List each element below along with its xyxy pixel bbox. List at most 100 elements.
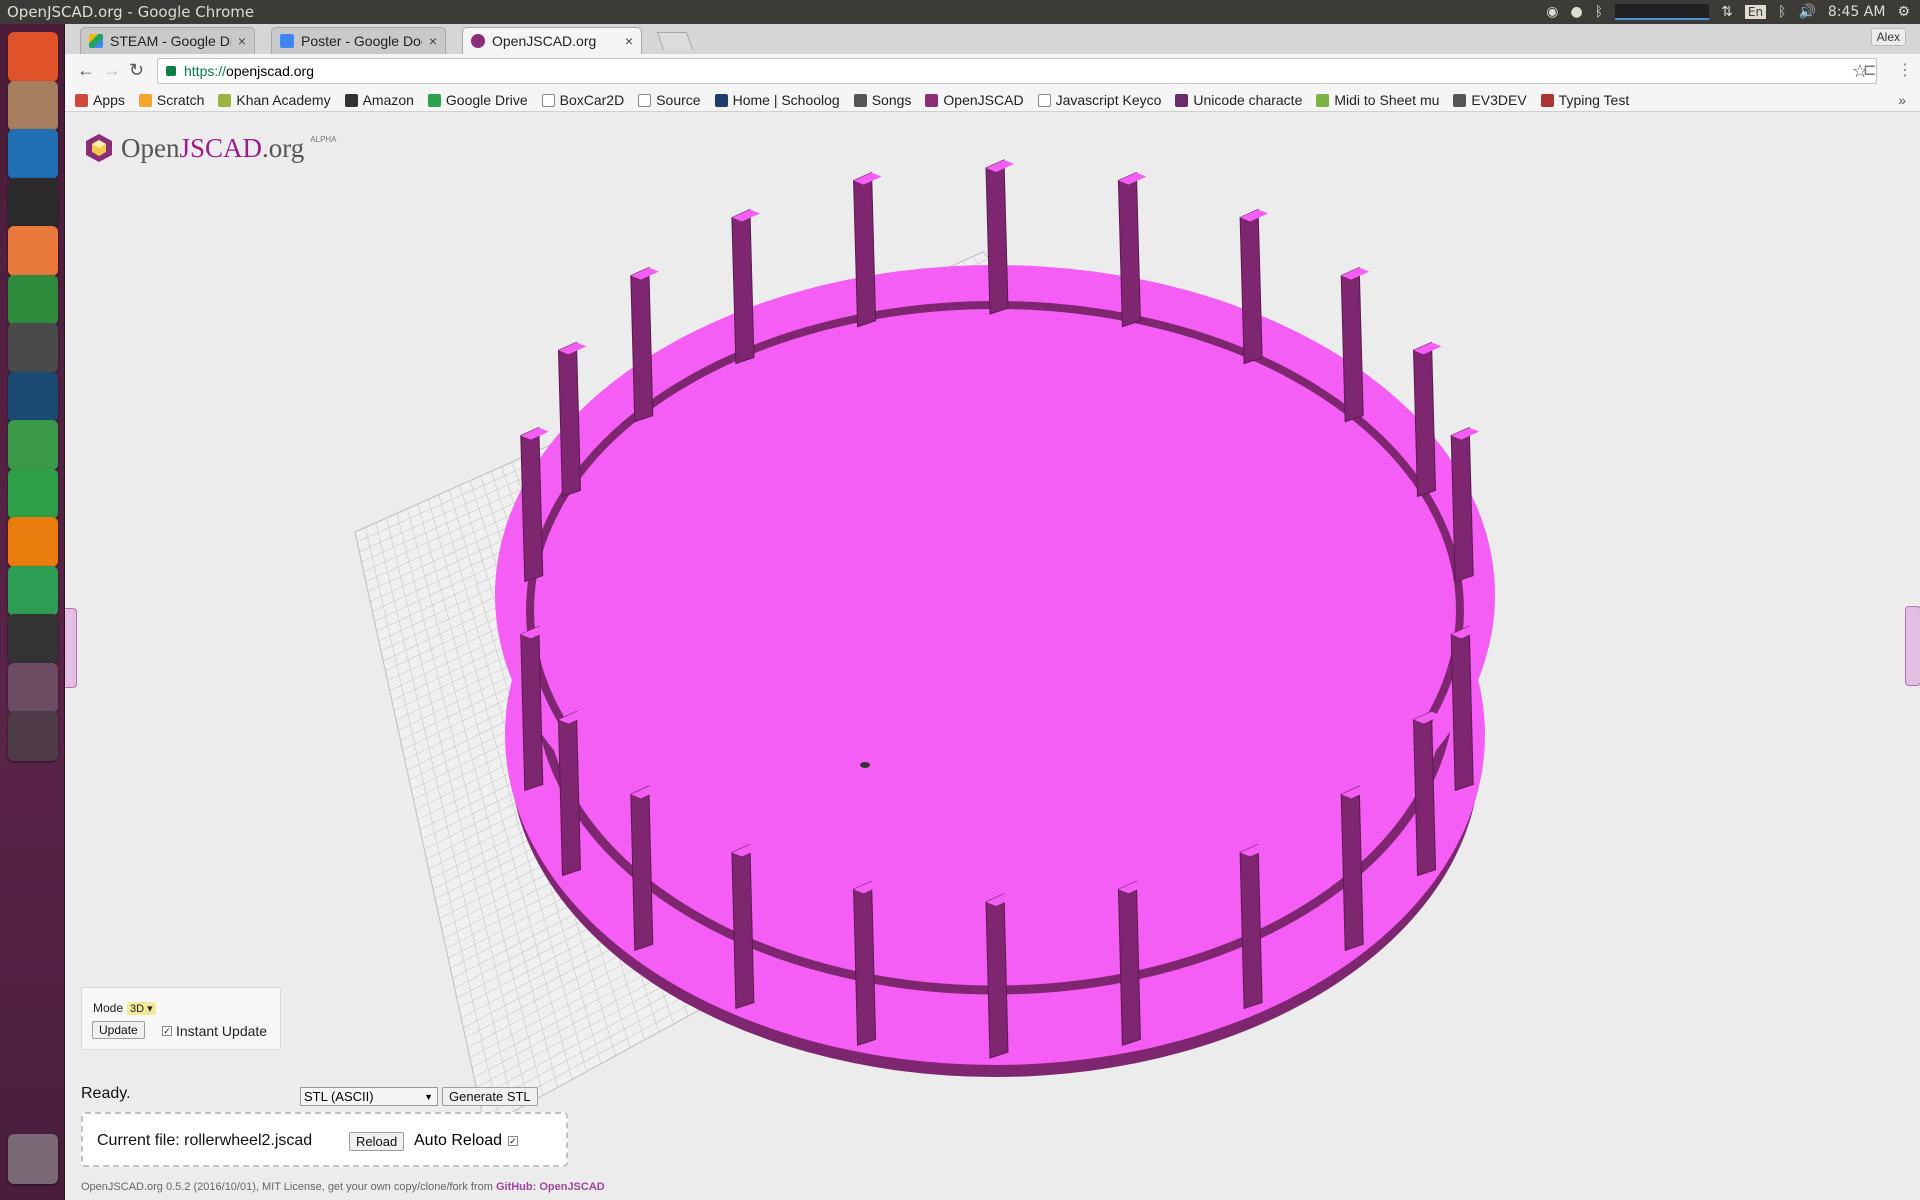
profile-button[interactable]: Alex — [1870, 28, 1906, 46]
tab-label: OpenJSCAD.org — [492, 33, 597, 49]
wheel-spoke — [1450, 625, 1474, 792]
bookmark-label: Khan Academy — [236, 92, 331, 108]
gear-icon[interactable]: ⚙ — [1897, 4, 1910, 20]
phone-icon[interactable] — [8, 711, 58, 761]
auto-reload-checkbox[interactable]: ✓ — [508, 1136, 519, 1146]
clock[interactable]: 8:45 AM — [1828, 4, 1886, 20]
bookmarks-overflow-icon[interactable]: » — [1898, 92, 1906, 108]
instant-update-label: Instant Update — [176, 1023, 268, 1039]
cura-icon[interactable] — [8, 565, 58, 616]
workspace-switcher-icon[interactable] — [8, 662, 58, 713]
openjscad-icon — [925, 93, 939, 107]
bookmark-item[interactable]: Google Drive — [427, 92, 528, 108]
address-bar[interactable]: https://openjscad.org ☆ — [157, 58, 1877, 84]
wheel-spoke — [731, 208, 755, 365]
bookmark-item[interactable]: Apps — [75, 92, 125, 108]
bookmark-item[interactable]: Home | Schoolog — [714, 92, 840, 108]
bookmark-item[interactable]: BoxCar2D — [541, 92, 625, 108]
wheel-spoke — [557, 710, 581, 877]
right-panel-toggle[interactable] — [1905, 606, 1920, 686]
url-protocol: https:// — [184, 63, 227, 79]
openjscad-logo[interactable]: OpenJSCAD.org ALPHA — [83, 132, 337, 164]
sublime-text-icon[interactable] — [8, 323, 58, 373]
android-studio-icon[interactable] — [8, 420, 58, 470]
left-panel-toggle[interactable] — [65, 608, 77, 688]
bookmark-label: Google Drive — [445, 92, 528, 108]
github-link[interactable]: GitHub: OpenJSCAD — [496, 1181, 605, 1193]
bluetooth-icon[interactable]: ᛒ — [1595, 4, 1603, 20]
khan-icon — [218, 93, 232, 107]
bookmark-item[interactable]: Songs — [853, 92, 912, 108]
bookmark-label: BoxCar2D — [559, 92, 625, 108]
extension-icon[interactable]: ⊏ — [1863, 60, 1876, 80]
tab-label: STEAM - Google Dri — [110, 33, 231, 49]
xterm-icon[interactable] — [8, 177, 58, 228]
bookmark-label: OpenJSCAD — [943, 92, 1024, 108]
reload-icon[interactable]: ↻ — [129, 60, 144, 81]
volume-icon[interactable]: 🔊 — [1798, 4, 1815, 20]
menu-kebab-icon[interactable]: ⋮ — [1897, 60, 1913, 80]
wheel-spoke — [1340, 266, 1364, 423]
trash-icon[interactable] — [8, 1134, 58, 1184]
new-tab-button[interactable] — [656, 32, 694, 50]
wheel-spoke — [1413, 710, 1437, 877]
wheel-spoke — [520, 625, 544, 792]
amazon-icon — [344, 93, 358, 107]
bookmark-item[interactable]: Scratch — [138, 92, 204, 108]
close-icon[interactable]: × — [625, 33, 633, 49]
blender-icon[interactable] — [8, 517, 58, 567]
3d-viewer-canvas[interactable] — [65, 112, 1920, 1200]
update-button[interactable]: Update — [92, 1021, 145, 1039]
bookmark-label: Songs — [871, 92, 912, 108]
close-icon[interactable]: × — [238, 33, 246, 49]
schoology-icon — [714, 93, 728, 107]
bookmark-item[interactable]: Khan Academy — [218, 92, 331, 108]
chrome-tray-icon[interactable]: ● — [1571, 4, 1583, 20]
file-manager-icon[interactable] — [8, 226, 58, 276]
bookmark-item[interactable]: Unicode characte — [1175, 92, 1302, 108]
files-icon[interactable] — [8, 80, 58, 131]
system-monitor-icon[interactable] — [1615, 4, 1710, 20]
back-arrow-icon[interactable]: ← — [77, 60, 95, 81]
bookmark-item[interactable]: Source — [638, 92, 701, 108]
bookmark-item[interactable]: Typing Test — [1540, 92, 1629, 108]
forward-arrow-icon[interactable]: → — [103, 60, 121, 81]
wheel-spoke — [630, 785, 654, 952]
hangouts-icon[interactable] — [8, 468, 58, 519]
tab-poster[interactable]: Poster - Google Doc × — [271, 27, 446, 54]
tab-steam[interactable]: STEAM - Google Dri × — [80, 27, 255, 54]
reload-button[interactable]: Reload — [349, 1132, 405, 1151]
wheel-spoke — [1117, 880, 1141, 1047]
bookmark-item[interactable]: Javascript Keyco — [1037, 92, 1161, 108]
chrome-icon[interactable] — [8, 274, 58, 325]
bookmark-item[interactable]: OpenJSCAD — [925, 92, 1024, 108]
folder-icon — [853, 93, 867, 107]
page-icon — [541, 93, 555, 107]
bookmark-label: Midi to Sheet mu — [1334, 92, 1440, 108]
bluetooth-status-icon[interactable]: ᛒ — [1778, 4, 1786, 20]
format-select[interactable]: STL (ASCII) ▼ — [300, 1087, 438, 1106]
bookmark-item[interactable]: Midi to Sheet mu — [1316, 92, 1439, 108]
wheel-spoke — [1239, 843, 1263, 1010]
instant-update-checkbox[interactable]: ✓ — [162, 1026, 172, 1036]
bookmark-item[interactable]: Amazon — [344, 92, 414, 108]
vnc-viewer-icon[interactable] — [8, 129, 58, 179]
network-icon[interactable]: ⇅ — [1721, 4, 1733, 20]
close-icon[interactable]: × — [429, 33, 437, 49]
generate-stl-button[interactable]: Generate STL — [442, 1087, 538, 1106]
keyboard-layout-indicator[interactable]: En — [1744, 5, 1767, 19]
google-drive-icon — [427, 93, 441, 107]
inkscape-icon[interactable] — [8, 614, 58, 664]
window-title: OpenJSCAD.org - Google Chrome — [7, 3, 255, 21]
ubuntu-dash-icon[interactable] — [8, 32, 58, 82]
steam-tray-icon[interactable]: ◉ — [1546, 4, 1558, 20]
steam-icon[interactable] — [8, 371, 58, 422]
wheel-spoke — [630, 266, 654, 423]
auto-reload-label: Auto Reload — [414, 1132, 503, 1149]
mode-select[interactable]: 3D ▾ — [127, 1002, 156, 1015]
bookmark-item[interactable]: EV3DEV — [1453, 92, 1527, 108]
tab-openjscad[interactable]: OpenJSCAD.org × — [462, 27, 642, 54]
wheel-spoke — [853, 171, 877, 328]
bookmark-label: Source — [656, 92, 701, 108]
file-dropzone[interactable]: Current file: rollerwheel2.jscad Reload … — [81, 1112, 568, 1167]
